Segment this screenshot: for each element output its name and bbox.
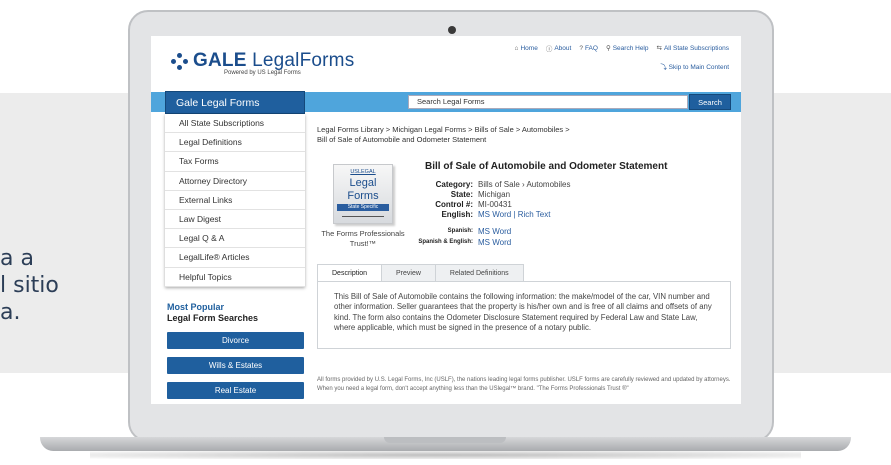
nav-search-help[interactable]: ⚲ Search Help [606, 43, 649, 53]
search-button[interactable]: Search [689, 94, 731, 110]
tab-preview[interactable]: Preview [381, 264, 435, 282]
popular-searches-heading: Most Popular Legal Form Searches [167, 302, 259, 323]
sidebar-item-attorney-directory[interactable]: Attorney Directory [165, 172, 305, 191]
logo-tagline: Powered by US Legal Forms [224, 70, 301, 76]
description-text: This Bill of Sale of Automobile contains… [334, 292, 712, 333]
state-value: Michigan [478, 190, 511, 199]
breadcrumb-links[interactable]: Legal Forms Library > Michigan Legal For… [317, 125, 727, 135]
category-value: Bills of Sale › Automobiles [478, 180, 571, 189]
sidebar: All State Subscriptions Legal Definition… [165, 114, 305, 404]
sidebar-menu: All State Subscriptions Legal Definition… [165, 114, 305, 287]
sidebar-item-external-links[interactable]: External Links [165, 191, 305, 210]
subscriptions-icon: ⇆ [656, 45, 662, 52]
popular-wills-estates-button[interactable]: Wills & Estates [167, 357, 304, 374]
english-download-link[interactable]: MS Word | Rich Text [478, 210, 550, 219]
description-panel: This Bill of Sale of Automobile contains… [317, 281, 731, 349]
legal-forms-product-image: USLEGAL Legal Forms State Specific [333, 164, 393, 224]
sidebar-item-legal-qa[interactable]: Legal Q & A [165, 229, 305, 249]
home-icon: ⌂ [514, 44, 519, 52]
laptop-notch [384, 437, 506, 443]
spanish-english-label: Spanish & English: [418, 239, 473, 245]
breadcrumb-current: Bill of Sale of Automobile and Odometer … [317, 135, 487, 144]
category-label: Category: [435, 180, 473, 189]
camera-icon [448, 26, 456, 34]
breadcrumb: Legal Forms Library > Michigan Legal For… [317, 125, 727, 145]
sidebar-item-helpful-topics[interactable]: Helpful Topics [165, 268, 305, 287]
popular-real-estate-button[interactable]: Real Estate [167, 382, 304, 399]
sidebar-item-all-state-subscriptions[interactable]: All State Subscriptions [165, 114, 305, 134]
browser-screen: GALE LegalForms Powered by US Legal Form… [151, 36, 741, 404]
logo-wordmark: GALE LegalForms [193, 50, 355, 71]
nav-all-state-subscriptions[interactable]: ⇆ All State Subscriptions [657, 43, 730, 53]
detail-tabs: Description Preview Related Definitions [317, 264, 524, 282]
nav-home[interactable]: ⌂ Home [515, 43, 538, 53]
sidebar-item-tax-forms[interactable]: Tax Forms [165, 152, 305, 172]
control-value: MI-00431 [478, 200, 512, 209]
control-label: Control #: [435, 200, 473, 209]
nav-faq[interactable]: ? FAQ [579, 43, 598, 53]
sidebar-item-legallife-articles[interactable]: LegalLife® Articles [165, 248, 305, 268]
logo-dots-icon [169, 53, 191, 71]
spanish-download-link[interactable]: MS Word [478, 227, 511, 236]
search-icon: ⚲ [605, 45, 611, 52]
laptop-shadow [90, 451, 801, 459]
spanish-english-download-link[interactable]: MS Word [478, 238, 511, 247]
info-icon: ⓘ [545, 46, 553, 53]
gale-legal-forms-tab[interactable]: Gale Legal Forms [165, 91, 305, 114]
popular-divorce-button[interactable]: Divorce [167, 332, 304, 349]
top-nav: ⌂ Home ⓘ About ? FAQ ⚲ Search Help ⇆ All Stat… [515, 43, 730, 54]
spanish-label: Spanish: [447, 228, 473, 234]
english-label: English: [441, 210, 473, 219]
search-input[interactable]: Search Legal Forms [408, 95, 688, 109]
sidebar-item-legal-definitions[interactable]: Legal Definitions [165, 133, 305, 153]
sidebar-item-law-digest[interactable]: Law Digest [165, 210, 305, 230]
side-caption: a a l sitio a. [0, 246, 59, 325]
nav-about[interactable]: ⓘ About [545, 43, 572, 54]
tab-description[interactable]: Description [317, 264, 382, 282]
skip-arrow-icon: ⤵ [660, 64, 669, 71]
question-icon: ? [579, 44, 583, 52]
state-label: State: [450, 190, 473, 199]
tab-related-definitions[interactable]: Related Definitions [434, 264, 524, 282]
footer-disclaimer: All forms provided by U.S. Legal Forms, … [317, 377, 731, 392]
document-title: Bill of Sale of Automobile and Odometer … [425, 161, 668, 172]
skip-to-main-link[interactable]: ⤵ Skip to Main Content [660, 61, 729, 71]
